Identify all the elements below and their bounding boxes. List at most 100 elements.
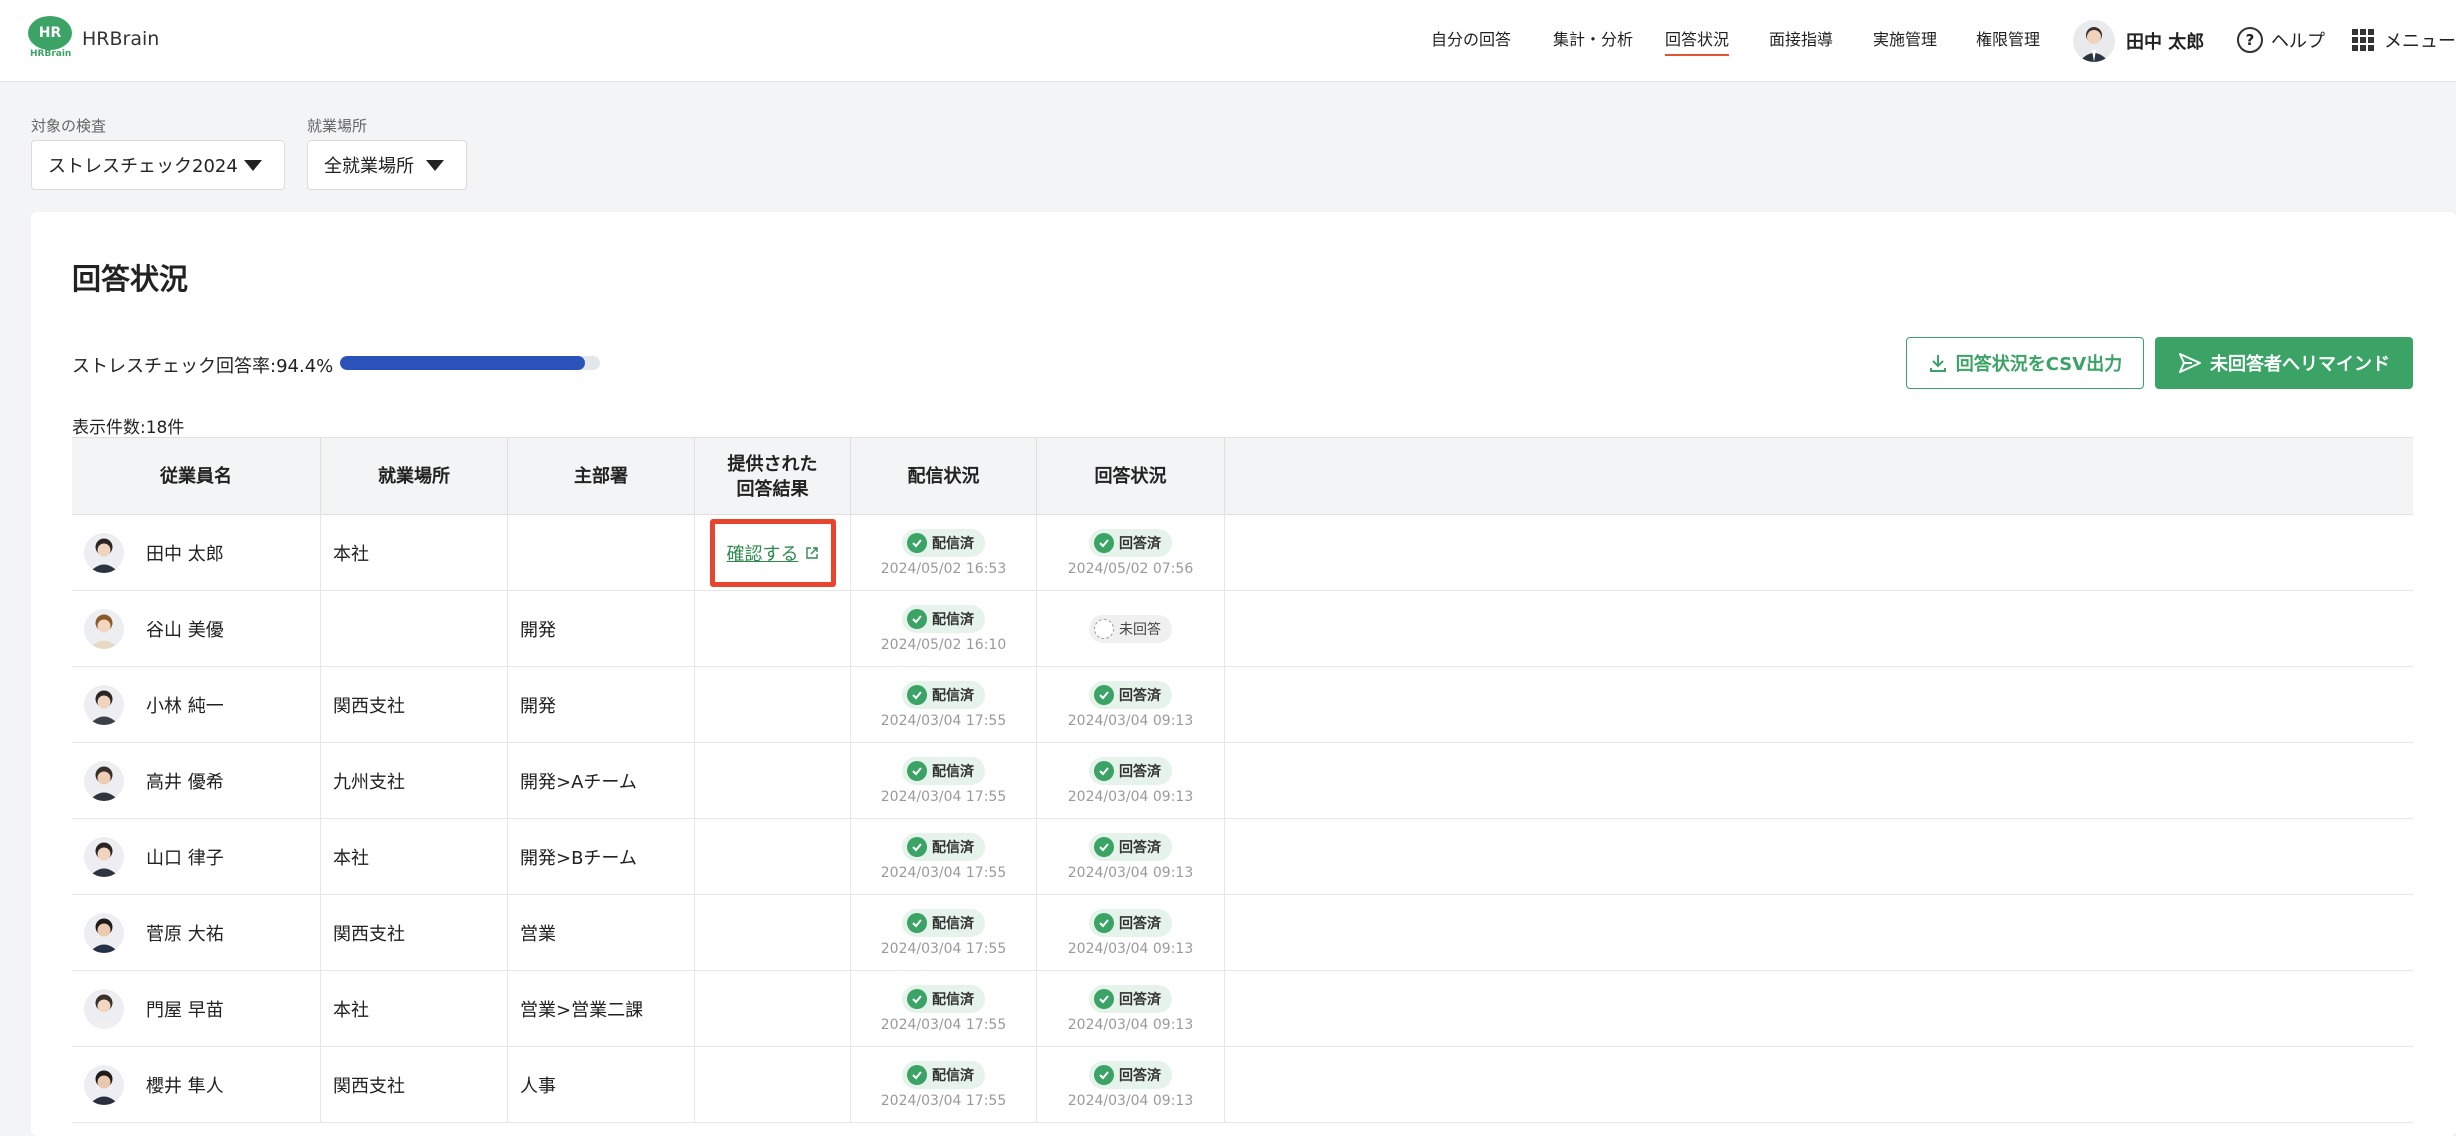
answer-timestamp: 2024/03/04 09:13 [1067, 1017, 1194, 1033]
delivered-badge: 配信済 [902, 757, 985, 785]
nav-my-answers[interactable]: 自分の回答 [1431, 26, 1511, 50]
user-avatar[interactable] [2073, 20, 2115, 62]
delivery-status-cell: 配信済 2024/03/04 17:55 [851, 971, 1037, 1047]
caret-down-icon [244, 160, 262, 171]
user-name[interactable]: 田中 太郎 [2126, 28, 2204, 54]
answer-timestamp: 2024/03/04 09:13 [1067, 865, 1194, 881]
delivered-badge: 配信済 [902, 1061, 985, 1089]
check-circle-icon [1094, 533, 1114, 553]
check-circle-icon [907, 913, 927, 933]
delivery-status-cell: 配信済 2024/05/02 16:53 [851, 515, 1037, 591]
help-icon[interactable]: ? [2237, 27, 2263, 53]
csv-export-button[interactable]: 回答状況をCSV出力 [1906, 337, 2144, 389]
nav-permissions[interactable]: 権限管理 [1976, 26, 2040, 50]
employee-name-cell: 菅原 大祐 [72, 895, 321, 971]
delivery-status-cell: 配信済 2024/03/04 17:55 [851, 667, 1037, 743]
employee-name-cell: 高井 優希 [72, 743, 321, 819]
employee-name: 菅原 大祐 [146, 924, 224, 945]
delivery-timestamp: 2024/03/04 17:55 [880, 789, 1007, 805]
highlighted-confirm-link[interactable]: 確認する [709, 519, 836, 587]
table-row: 山口 律子 本社 開発>Bチーム 配信済 2024/03/04 17:55 回答… [72, 819, 2413, 895]
employee-name: 小林 純一 [146, 696, 224, 717]
answer-status-cell: 回答済 2024/03/04 09:13 [1037, 743, 1225, 819]
nav-implementation[interactable]: 実施管理 [1873, 26, 1937, 50]
answer-timestamp: 2024/05/02 07:56 [1067, 561, 1194, 577]
check-circle-icon [1094, 989, 1114, 1009]
employee-avatar [84, 1065, 124, 1105]
table-row: 高井 優希 九州支社 開発>Aチーム 配信済 2024/03/04 17:55 … [72, 743, 2413, 819]
menu-link[interactable]: メニュー [2384, 27, 2456, 53]
delivery-timestamp: 2024/03/04 17:55 [880, 1017, 1007, 1033]
response-rate-progress-bar [340, 356, 600, 370]
display-count-label: 表示件数:18件 [72, 418, 185, 438]
provided-result-cell [695, 591, 851, 667]
employee-avatar [84, 913, 124, 953]
location-text: 本社 [333, 848, 369, 869]
department-cell: 開発 [508, 591, 695, 667]
location-text: 九州支社 [333, 772, 405, 793]
location-cell: 関西支社 [321, 1047, 508, 1123]
answer-status-text: 回答済 [1119, 764, 1161, 780]
table-header: 従業員名 就業場所 主部署 提供された 回答結果 配信状況 回答状況 [72, 437, 2413, 516]
nav-interview-guidance[interactable]: 面接指導 [1769, 26, 1833, 50]
grid-menu-icon[interactable] [2352, 29, 2374, 51]
employee-name-cell: 谷山 美優 [72, 591, 321, 667]
header-provided-results-line1: 提供された [727, 453, 818, 475]
provided-result-cell: 確認する [695, 515, 851, 591]
department-cell: 開発>Bチーム [508, 819, 695, 895]
table-row: 田中 太郎 本社 確認する 配信済 2024/05/02 16:53 回答済 2… [72, 515, 2413, 591]
provided-result-cell [695, 895, 851, 971]
header-delivery-status: 配信状況 [851, 438, 1037, 516]
nav-aggregation[interactable]: 集計・分析 [1553, 26, 1633, 50]
answered-badge: 回答済 [1089, 757, 1172, 785]
location-cell: 本社 [321, 971, 508, 1047]
survey-select[interactable]: ストレスチェック2024 [31, 140, 285, 190]
employee-name-cell: 櫻井 隼人 [72, 1047, 321, 1123]
answer-timestamp: 2024/03/04 09:13 [1067, 941, 1194, 957]
department-text: 開発>Aチーム [520, 772, 637, 793]
check-circle-icon [907, 989, 927, 1009]
department-text: 開発 [520, 696, 556, 717]
survey-select-value: ストレスチェック2024 [48, 156, 238, 177]
help-link[interactable]: ヘルプ [2271, 27, 2325, 53]
employee-name: 櫻井 隼人 [146, 1076, 224, 1097]
workplace-select[interactable]: 全就業場所 [307, 140, 467, 190]
employee-name: 門屋 早苗 [146, 1000, 224, 1021]
dashed-circle-icon [1094, 619, 1114, 639]
department-cell: 人事 [508, 1047, 695, 1123]
check-circle-icon [1094, 685, 1114, 705]
answer-status-text: 未回答 [1119, 622, 1161, 638]
top-navigation-bar: HR HRBrain HRBrain 自分の回答 集計・分析 回答状況 面接指導… [0, 0, 2456, 82]
nav-response-status[interactable]: 回答状況 [1665, 26, 1730, 56]
answer-timestamp: 2024/03/04 09:13 [1067, 713, 1194, 729]
logo-subtext: HRBrain [30, 49, 72, 59]
department-cell [508, 515, 695, 591]
answer-status-cell: 回答済 2024/05/02 07:56 [1037, 515, 1225, 591]
location-cell [321, 591, 508, 667]
caret-down-icon [426, 160, 444, 171]
progress-fill [340, 356, 586, 370]
check-circle-icon [907, 685, 927, 705]
logo-mark: HR [28, 16, 72, 50]
employee-avatar [84, 685, 124, 725]
employee-avatar [84, 837, 124, 877]
delivery-status-text: 配信済 [932, 1068, 974, 1084]
workplace-filter-label: 就業場所 [307, 117, 368, 135]
delivery-status-cell: 配信済 2024/03/04 17:55 [851, 743, 1037, 819]
check-circle-icon [907, 533, 927, 553]
remind-unanswered-button[interactable]: 未回答者へリマインド [2155, 337, 2413, 389]
department-cell: 開発>Aチーム [508, 743, 695, 819]
delivery-status-text: 配信済 [932, 688, 974, 704]
confirm-result-link[interactable]: 確認する [727, 540, 799, 566]
employee-name: 谷山 美優 [146, 620, 224, 641]
delivered-badge: 配信済 [902, 985, 985, 1013]
header-location: 就業場所 [321, 438, 508, 516]
employee-name-cell: 小林 純一 [72, 667, 321, 743]
hrbrain-logo[interactable]: HR HRBrain [28, 16, 72, 60]
delivered-badge: 配信済 [902, 681, 985, 709]
response-rate-label: ストレスチェック回答率:94.4% [72, 356, 334, 377]
delivered-badge: 配信済 [902, 833, 985, 861]
table-row: 小林 純一 関西支社 開発 配信済 2024/03/04 17:55 回答済 2… [72, 667, 2413, 743]
delivered-badge: 配信済 [902, 605, 985, 633]
delivery-timestamp: 2024/05/02 16:53 [880, 561, 1007, 577]
